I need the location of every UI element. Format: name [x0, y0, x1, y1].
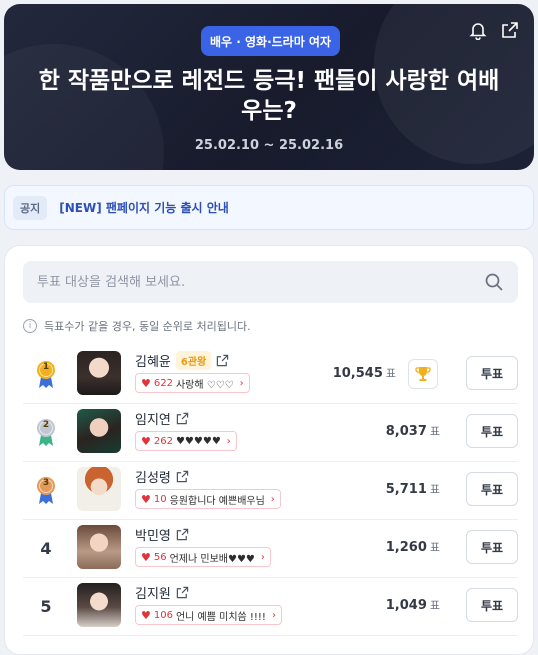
info-icon: i: [23, 319, 37, 333]
chevron-right-icon: ›: [239, 377, 244, 389]
heart-count: 10: [153, 493, 167, 505]
heart-icon: ♥: [141, 376, 151, 390]
avatar[interactable]: [77, 409, 121, 453]
external-link-icon[interactable]: [176, 528, 189, 541]
notice-tag: 공지: [13, 195, 48, 220]
message-text: 사랑해 ♡♡♡: [175, 379, 234, 391]
vote-button[interactable]: 투표: [466, 530, 518, 564]
vote-button[interactable]: 투표: [466, 472, 518, 506]
chevron-right-icon: ›: [260, 551, 265, 563]
heart-count: 622: [153, 377, 173, 389]
chevron-right-icon: ›: [271, 609, 276, 621]
vote-unit: 표: [429, 483, 440, 496]
candidate-name[interactable]: 김지원: [135, 583, 189, 602]
candidate-name[interactable]: 김혜윤 6관왕: [135, 351, 229, 370]
hero-banner: 배우 · 영화·드라마 여자 한 작품만으로 레전드 등극! 팬들이 사랑한 여…: [4, 4, 534, 170]
heart-count: 262: [153, 435, 173, 447]
candidate-name[interactable]: 임지연: [135, 409, 189, 428]
rank-number: 4: [40, 538, 52, 558]
search-box[interactable]: [23, 261, 518, 303]
support-message[interactable]: ♥ 106 언니 예쁨 미치씀 !!!! ›: [135, 605, 282, 625]
vote-count-number: 8,037: [385, 424, 427, 439]
candidate-name-text[interactable]: 김혜윤: [135, 351, 171, 370]
vote-unit: 표: [429, 425, 440, 438]
rank-number: 1: [42, 362, 50, 372]
vote-button[interactable]: 투표: [466, 356, 518, 390]
category-badge: 배우 · 영화·드라마 여자: [201, 26, 341, 56]
share-icon[interactable]: [500, 20, 520, 40]
medal-icon: 1: [35, 359, 57, 389]
external-link-icon[interactable]: [176, 412, 189, 425]
ranking-row: 4 박민영 ♥ 56 언제나 민보배♥♥♥ › 1,260 표 투표: [23, 520, 518, 578]
heart-count: 106: [153, 609, 173, 621]
ranking-row: 3 김성령 ♥ 10 응원합니다 예쁜배우님 › 5,711 표 투표: [23, 462, 518, 520]
ranking-row: 2 임지연 ♥ 262 ♥♥♥♥♥ › 8,037 표 투표: [23, 404, 518, 462]
trophy-icon[interactable]: [408, 359, 438, 389]
vote-button[interactable]: 투표: [466, 414, 518, 448]
vote-unit: 표: [429, 599, 440, 612]
chevron-right-icon: ›: [270, 493, 275, 505]
vote-count-number: 10,545: [332, 366, 383, 381]
page-title: 한 작품만으로 레전드 등극! 팬들이 사랑한 여배우는?: [38, 68, 500, 124]
vote-count: 1,049 표: [386, 597, 440, 613]
vote-count: 10,545 표: [333, 365, 396, 381]
ranking-row: 1 김혜윤 6관왕 ♥ 622 사랑해 ♡♡♡ › 10,545 표 투표: [23, 346, 518, 404]
heart-icon: ♥: [141, 492, 151, 506]
avatar[interactable]: [77, 525, 121, 569]
message-text: 언니 예쁨 미치씀 !!!!: [175, 611, 266, 623]
vote-count-number: 1,049: [385, 598, 427, 613]
medal-icon: 3: [35, 475, 57, 505]
vote-count: 5,711 표: [386, 481, 440, 497]
external-link-icon[interactable]: [176, 470, 189, 483]
heart-count: 56: [153, 551, 167, 563]
tie-info: i 득표수가 같을 경우, 동일 순위로 처리됩니다.: [23, 318, 251, 334]
rank-number: 5: [40, 596, 52, 616]
search-input[interactable]: [37, 274, 457, 290]
vote-button[interactable]: 투표: [466, 588, 518, 622]
message-text: 응원합니다 예쁜배우님: [169, 495, 265, 507]
candidate-name-text[interactable]: 김성령: [135, 467, 171, 486]
notice-bar[interactable]: 공지 [NEW] 팬페이지 기능 출시 안내: [4, 185, 534, 230]
avatar[interactable]: [77, 467, 121, 511]
external-link-icon[interactable]: [216, 354, 229, 367]
heart-icon: ♥: [141, 550, 151, 564]
tie-info-text: 득표수가 같을 경우, 동일 순위로 처리됩니다.: [44, 320, 251, 333]
candidate-name[interactable]: 박민영: [135, 525, 189, 544]
bell-icon[interactable]: [468, 20, 488, 41]
rank-number: 2: [42, 420, 50, 430]
candidate-name-text[interactable]: 임지연: [135, 409, 171, 428]
candidate-name-text[interactable]: 박민영: [135, 525, 171, 544]
support-message[interactable]: ♥ 262 ♥♥♥♥♥ ›: [135, 431, 237, 451]
vote-period: 25.02.10 ~ 25.02.16: [194, 138, 344, 153]
support-message[interactable]: ♥ 10 응원합니다 예쁜배우님 ›: [135, 489, 281, 509]
medal-icon: 2: [35, 417, 57, 447]
vote-unit: 표: [385, 367, 396, 380]
candidate-name[interactable]: 김성령: [135, 467, 189, 486]
vote-unit: 표: [429, 541, 440, 554]
vote-count-number: 1,260: [385, 540, 427, 555]
message-text: 언제나 민보배♥♥♥: [169, 553, 255, 565]
heart-icon: ♥: [141, 608, 151, 622]
ranking-card: i 득표수가 같을 경우, 동일 순위로 처리됩니다. 1 김혜윤 6관왕 ♥ …: [4, 245, 534, 655]
ranking-row: 5 김지원 ♥ 106 언니 예쁨 미치씀 !!!! › 1,049 표 투표: [23, 578, 518, 636]
support-message[interactable]: ♥ 622 사랑해 ♡♡♡ ›: [135, 373, 250, 393]
vote-count-number: 5,711: [385, 482, 427, 497]
vote-count: 1,260 표: [386, 539, 440, 555]
chevron-right-icon: ›: [226, 435, 231, 447]
avatar[interactable]: [77, 583, 121, 627]
search-icon[interactable]: [484, 272, 504, 292]
rank-number: 3: [42, 478, 50, 488]
vote-count: 8,037 표: [386, 423, 440, 439]
message-text: ♥♥♥♥♥: [175, 435, 221, 447]
avatar[interactable]: [77, 351, 121, 395]
support-message[interactable]: ♥ 56 언제나 민보배♥♥♥ ›: [135, 547, 271, 567]
notice-text[interactable]: [NEW] 팬페이지 기능 출시 안내: [59, 199, 229, 216]
crown-badge: 6관왕: [175, 351, 212, 370]
candidate-name-text[interactable]: 김지원: [135, 583, 171, 602]
external-link-icon[interactable]: [176, 586, 189, 599]
heart-icon: ♥: [141, 434, 151, 448]
